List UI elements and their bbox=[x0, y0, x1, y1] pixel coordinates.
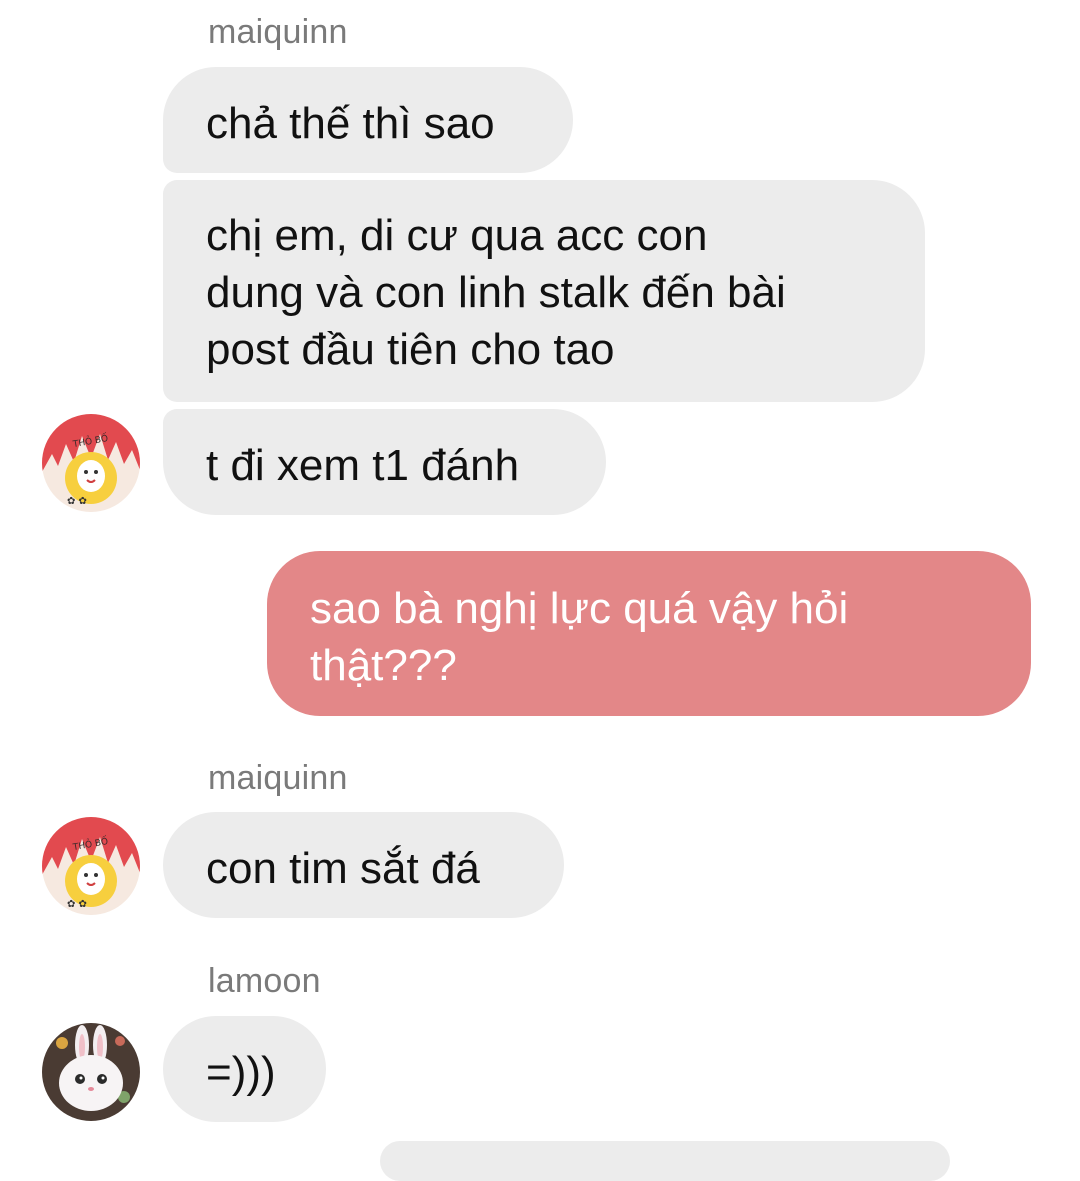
svg-text:✿ ✿: ✿ ✿ bbox=[67, 496, 87, 507]
sender-name: maiquinn bbox=[208, 759, 348, 797]
cartoon-sticker-avatar-icon: THỎ BỐ ✿ ✿ bbox=[42, 817, 140, 915]
message-bubble[interactable]: chị em, di cư qua acc con dung và con li… bbox=[163, 180, 925, 402]
message-bubble[interactable]: chả thế thì sao bbox=[163, 67, 573, 173]
user-avatar[interactable] bbox=[42, 1023, 140, 1121]
outgoing-message-bubble[interactable]: sao bà nghị lực quá vậy hỏi thật??? bbox=[267, 551, 1031, 716]
svg-text:✿ ✿: ✿ ✿ bbox=[67, 899, 87, 910]
message-bubble[interactable]: con tim sắt đá bbox=[163, 812, 564, 918]
user-avatar[interactable]: THỎ BỐ ✿ ✿ bbox=[42, 414, 140, 512]
bunny-avatar-icon bbox=[42, 1023, 140, 1121]
user-avatar[interactable]: THỎ BỐ ✿ ✿ bbox=[42, 817, 140, 915]
cartoon-sticker-avatar-icon: THỎ BỐ ✿ ✿ bbox=[42, 414, 140, 512]
sender-name: maiquinn bbox=[208, 13, 348, 51]
message-bubble[interactable]: =))) bbox=[163, 1016, 326, 1122]
message-bubble-partial[interactable] bbox=[380, 1141, 950, 1181]
message-bubble[interactable]: t đi xem t1 đánh bbox=[163, 409, 606, 515]
sender-name: lamoon bbox=[208, 962, 321, 1000]
